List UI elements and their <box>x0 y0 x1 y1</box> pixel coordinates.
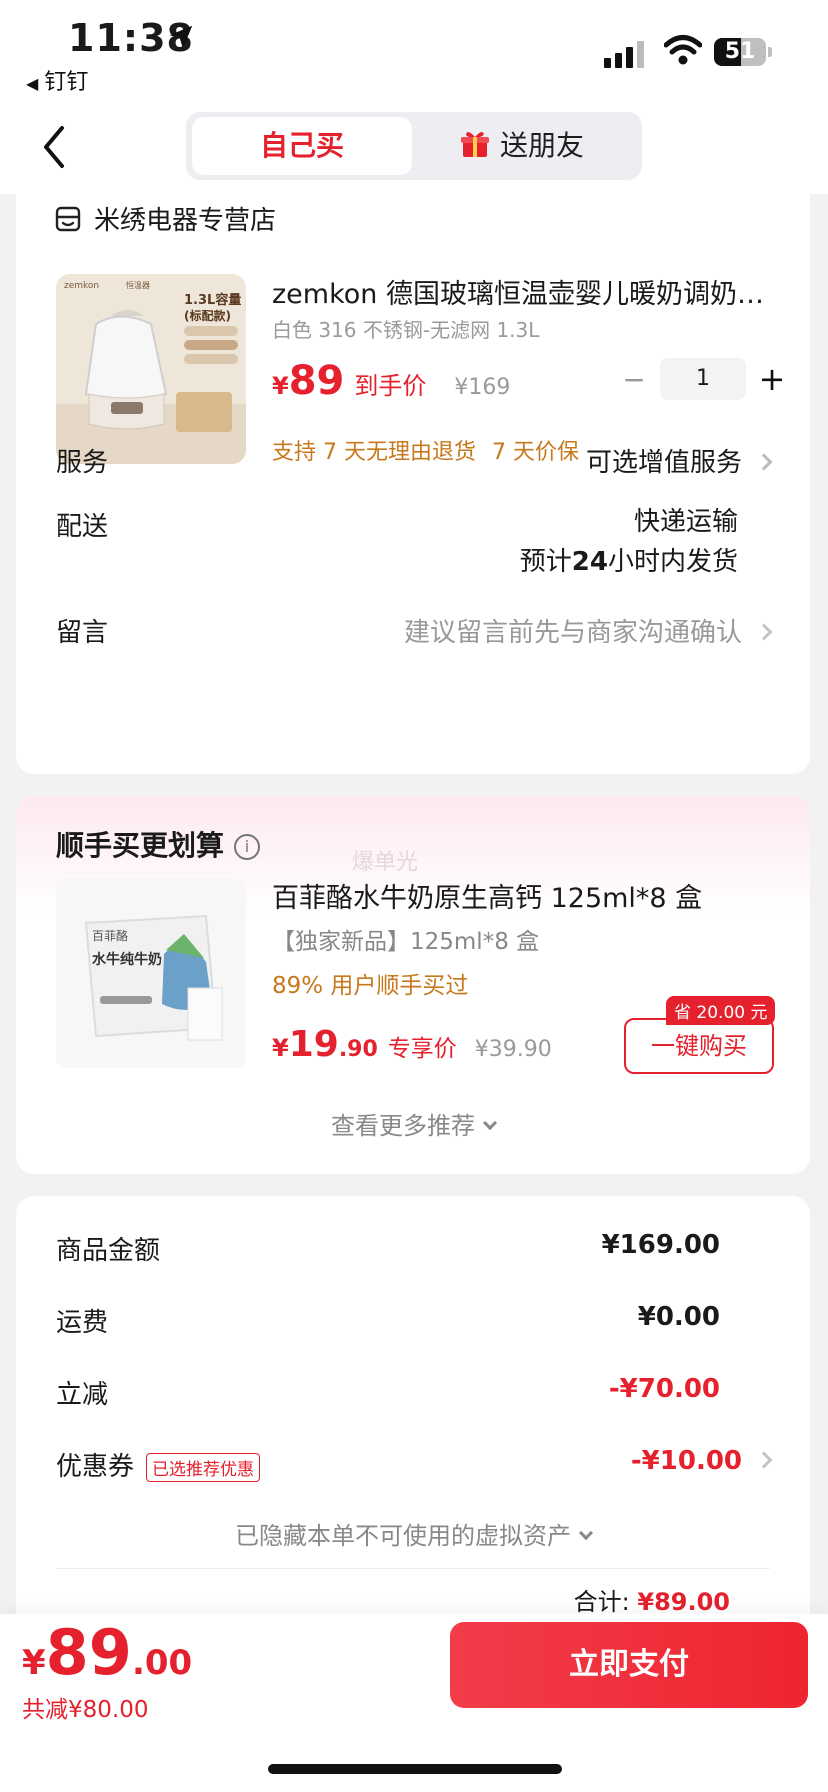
service-promises: 支持 7 天无理由退货 7 天价保 <box>272 434 579 466</box>
addon-recommend-card: 顺手买更划算 i 爆单光 百菲酪 水牛纯牛奶 百菲酪水牛奶原生高钙 125ml*8… <box>16 796 810 1174</box>
wifi-icon <box>664 35 702 65</box>
tab-buy-for-self[interactable]: 自己买 <box>192 117 412 175</box>
checkout-bar: ¥ 89 .00 共减¥80.00 立即支付 <box>0 1614 828 1792</box>
service-value: 可选增值服务 <box>585 448 742 478</box>
message-label: 留言 <box>56 618 109 648</box>
product-image[interactable]: zemkon 恒温器 1.3L容量 (标配款) <box>56 274 246 464</box>
addon-section-title: 顺手买更划算 i <box>56 824 261 864</box>
price-protection: 7 天价保 <box>491 440 579 465</box>
hidden-virtual-assets-toggle[interactable]: 已隐藏本单不可使用的虚拟资产 <box>16 1516 810 1551</box>
tab-send-to-friend[interactable]: 送朋友 <box>412 117 632 175</box>
addon-product-title[interactable]: 百菲酪水牛奶原生高钙 125ml*8 盒 <box>272 876 702 915</box>
battery-icon: 51 <box>714 38 766 66</box>
home-indicator[interactable] <box>268 1764 562 1774</box>
chevron-right-icon <box>755 623 773 640</box>
back-to-app-link[interactable]: ◀ 钉钉 <box>26 64 88 96</box>
addon-original-price: ¥39.90 <box>474 1037 552 1062</box>
image-text: 水牛纯牛奶 <box>92 951 162 968</box>
image-brand: 百菲酪 <box>92 928 128 943</box>
price-value: 89 <box>288 358 345 404</box>
cellular-signal-icon <box>604 40 644 68</box>
decrease-quantity-button[interactable]: − <box>616 363 652 396</box>
price-symbol: ¥ <box>272 372 289 400</box>
product-spec[interactable]: 白色 316 不锈钢-无滤网 1.3L <box>272 314 539 343</box>
delivery-row[interactable]: 配送 快递运输 预计24小时内发货 <box>56 506 770 577</box>
info-icon[interactable]: i <box>234 834 261 860</box>
back-triangle-icon: ◀ <box>26 74 39 93</box>
addon-product-spec: 【独家新品】125ml*8 盒 <box>272 929 540 955</box>
image-capacity: 1.3L容量 <box>184 292 241 308</box>
one-click-buy-button[interactable]: 一键购买 <box>624 1018 774 1074</box>
tab-send-to-friend-label: 送朋友 <box>499 129 584 162</box>
addon-buyers-rate: 89% 用户顺手买过 <box>272 973 469 999</box>
return-policy: 支持 7 天无理由退货 <box>272 440 476 465</box>
gift-icon <box>460 132 489 157</box>
quantity-input[interactable]: 1 <box>660 358 746 400</box>
savings-badge: 省 20.00 元 <box>666 996 776 1025</box>
chevron-down-icon <box>578 1525 594 1541</box>
store-name: 米绣电器专营店 <box>94 206 277 236</box>
total-row: 合计: ¥89.00 <box>573 1588 730 1616</box>
addon-price: ¥ 19 .90 专享价 ¥39.90 <box>272 1024 552 1065</box>
chevron-right-icon <box>755 453 773 470</box>
original-price: ¥169 <box>454 375 511 400</box>
image-standard: (标配款) <box>184 308 231 323</box>
coupon-label: 优惠券 <box>56 1452 135 1482</box>
battery-level: 51 <box>724 39 756 64</box>
nav-header: 自己买 送朋友 <box>0 100 828 194</box>
payable-total: ¥ 89 .00 <box>22 1616 193 1689</box>
image-brand: zemkon <box>64 281 99 291</box>
total-saved: 共减¥80.00 <box>22 1697 149 1723</box>
coupon-value: -¥10.00 <box>630 1446 742 1476</box>
back-app-label: 钉钉 <box>44 70 89 95</box>
price-tag: 到手价 <box>354 372 427 400</box>
addon-product-image[interactable]: 百菲酪 水牛纯牛奶 <box>56 878 246 1068</box>
order-item-card: 米绣电器专营店 zemkon 恒温器 1.3L容量 (标配款) zemkon 德… <box>16 194 810 774</box>
delivery-label: 配送 <box>56 512 109 542</box>
increase-quantity-button[interactable]: + <box>754 360 790 398</box>
delivery-method: 快递运输 <box>633 507 738 537</box>
service-label: 服务 <box>56 448 109 478</box>
chevron-down-icon <box>482 1115 498 1131</box>
purchase-mode-switch: 自己买 送朋友 <box>186 112 642 180</box>
delivery-eta: 预计24小时内发货 <box>519 547 738 577</box>
chevron-right-icon <box>755 1451 773 1468</box>
quantity-stepper: − 1 + <box>616 358 790 400</box>
product-price: ¥ 89 到手价 ¥169 <box>272 358 510 404</box>
store-row[interactable]: 米绣电器专营店 <box>54 200 276 237</box>
pay-now-button[interactable]: 立即支付 <box>450 1622 808 1708</box>
location-arrow-icon <box>169 25 193 49</box>
message-placeholder: 建议留言前先与商家沟通确认 <box>403 618 742 648</box>
status-bar: 11:38 ◀ 钉钉 51 <box>0 0 828 100</box>
product-title[interactable]: zemkon 德国玻璃恒温壶婴儿暖奶调奶… <box>272 272 792 311</box>
watermark: 爆单光 <box>352 850 419 875</box>
more-recommendations-link[interactable]: 查看更多推荐 <box>16 1106 810 1141</box>
back-chevron-icon[interactable] <box>36 122 76 172</box>
coupon-badge: 已选推荐优惠 <box>146 1453 261 1482</box>
store-icon <box>55 206 81 231</box>
image-kind: 恒温器 <box>126 280 150 290</box>
price-summary-card: 商品金额 ¥169.00 运费 ¥0.00 立减 -¥70.00 优惠券 已选推荐… <box>16 1196 810 1636</box>
